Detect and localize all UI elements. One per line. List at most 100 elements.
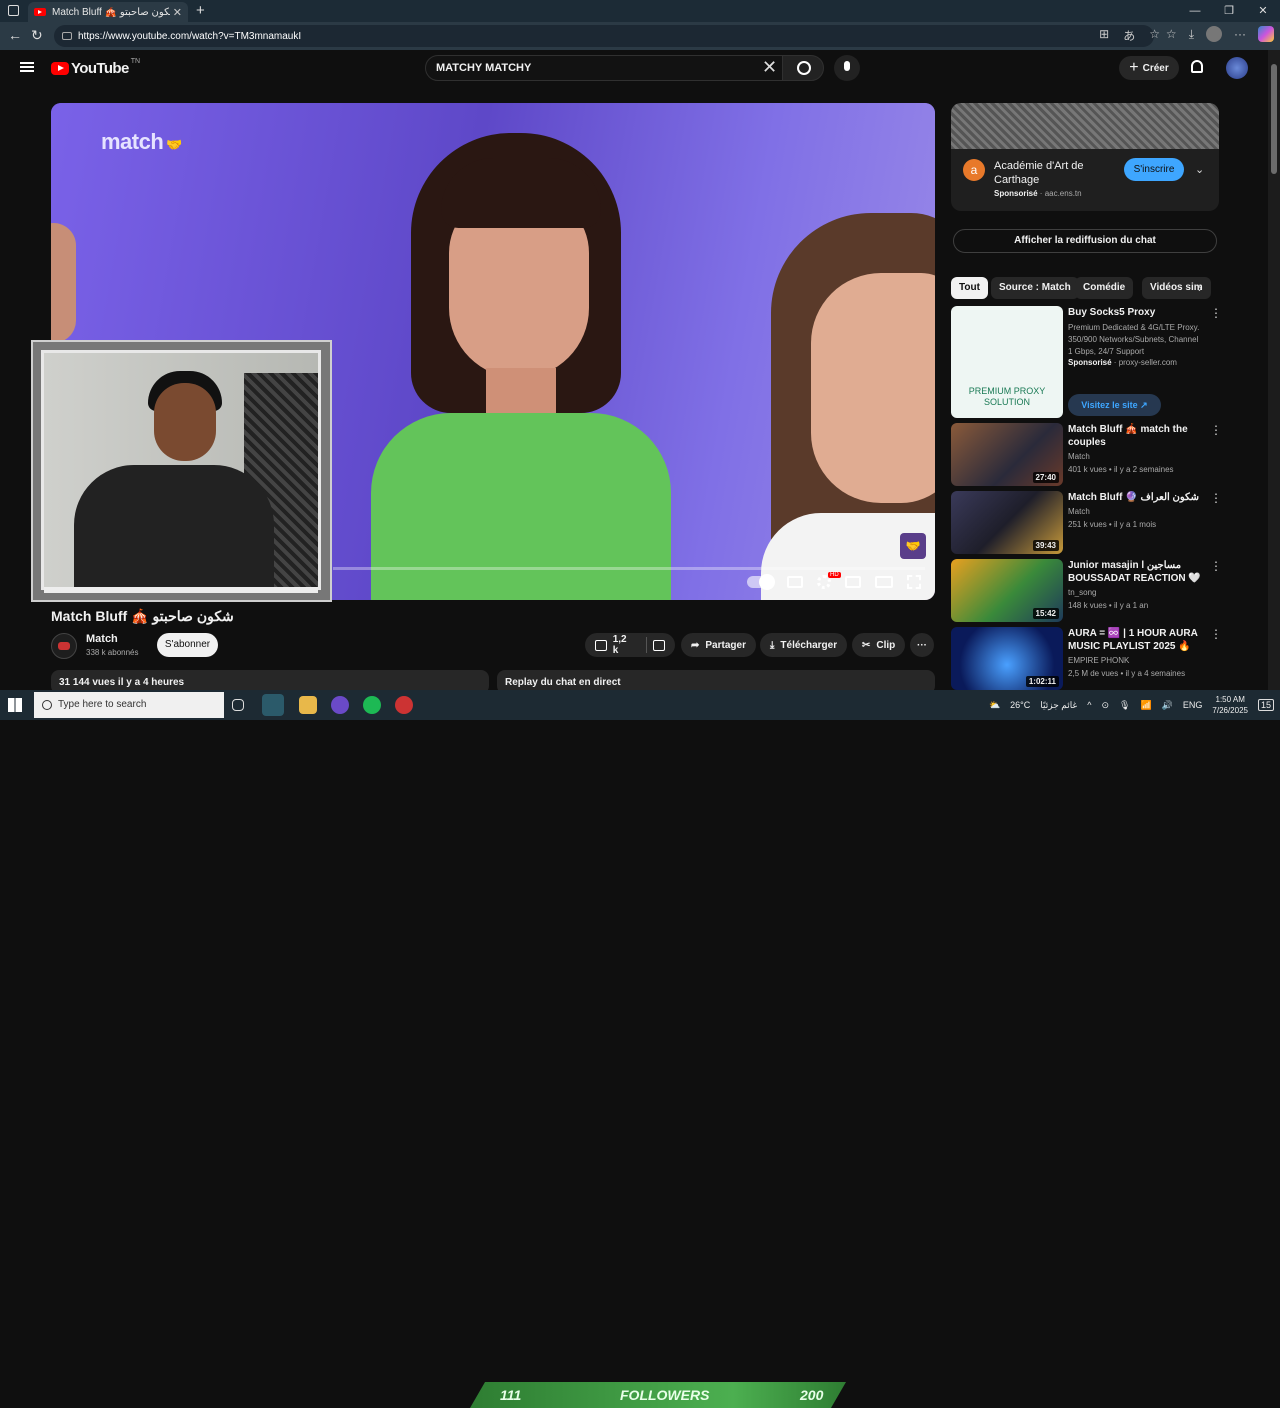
browser-tab-active[interactable]: Match Bluff 🎪 شكون صاحبتو - Yo ✕ <box>28 2 188 22</box>
autoplay-toggle[interactable] <box>747 574 775 590</box>
share-button[interactable]: ➦ Partager <box>681 633 756 657</box>
window-menu-icon[interactable] <box>8 5 19 16</box>
chat-replay-panel[interactable]: Replay du chat en direct <box>497 670 935 690</box>
clip-button[interactable]: ✂ Clip <box>852 633 906 657</box>
voice-search-icon[interactable] <box>834 55 860 81</box>
tray-expand-icon[interactable]: ^ <box>1087 700 1091 710</box>
miniplayer-icon[interactable] <box>845 576 861 588</box>
video-person-left <box>51 223 76 343</box>
obs-icon[interactable] <box>395 696 413 714</box>
translate-icon[interactable]: あ <box>1123 27 1135 44</box>
menu-hamburger-icon[interactable] <box>20 62 34 72</box>
ad-subscribe-button[interactable]: S'inscrire <box>1124 158 1184 181</box>
hd-badge: HD <box>828 572 841 578</box>
theater-mode-icon[interactable] <box>875 576 893 588</box>
more-vert-icon[interactable]: ⋮ <box>1210 423 1222 437</box>
thumbs-up-icon[interactable] <box>595 639 607 651</box>
browser-toolbar: ☆ ⤓ ··· <box>1166 26 1274 42</box>
weather-temp[interactable]: 26°C <box>1010 700 1030 710</box>
chip-all[interactable]: Tout <box>951 277 988 299</box>
like-count[interactable]: 1,2 k <box>613 634 635 656</box>
more-vert-icon[interactable]: ⋮ <box>1210 491 1222 505</box>
country-code: TN <box>130 58 141 65</box>
new-tab-icon[interactable]: + <box>196 2 205 19</box>
maximize-icon[interactable]: ❐ <box>1212 0 1246 22</box>
language-indicator[interactable]: ENG <box>1183 700 1203 710</box>
task-view-icon[interactable] <box>232 699 244 711</box>
video-progress-bar[interactable] <box>333 567 925 570</box>
microphone-icon[interactable]: 🎙 <box>1119 700 1130 711</box>
channel-avatar[interactable] <box>51 633 77 659</box>
recommendation-item[interactable]: 1:02:11 AURA = ♾️ | 1 HOUR AURA MUSIC PL… <box>951 627 1251 690</box>
back-icon[interactable]: ← <box>8 27 22 43</box>
clock[interactable]: 1:50 AM 7/26/2025 <box>1212 694 1248 716</box>
notification-center-icon[interactable]: 15 <box>1257 699 1274 711</box>
visit-site-button[interactable]: Visitez le site ↗ <box>1068 394 1161 416</box>
chip-source[interactable]: Source : Match <box>991 277 1079 299</box>
channel-watermark-icon[interactable]: 🤝 <box>900 533 926 559</box>
more-actions-button[interactable]: ··· <box>910 633 934 657</box>
recommendation-item[interactable]: 39:43 Match Bluff 🔮 شكون العراف Match 25… <box>951 491 1251 555</box>
more-vert-icon[interactable]: ⋮ <box>1210 306 1222 320</box>
search-input[interactable]: MATCHY MATCHY <box>425 55 783 81</box>
weather-icon[interactable]: ⛅ <box>989 700 1000 711</box>
volume-icon[interactable]: 🔊 <box>1162 700 1173 711</box>
subtitles-icon[interactable] <box>787 576 803 588</box>
network-icon[interactable]: ⊙ <box>1101 700 1109 711</box>
tab-close-icon[interactable]: ✕ <box>173 6 182 19</box>
spotify-icon[interactable] <box>363 696 381 714</box>
copilot-icon[interactable] <box>1258 26 1274 42</box>
thumbs-down-icon[interactable] <box>653 639 666 651</box>
account-avatar[interactable] <box>1226 57 1248 79</box>
profile-icon[interactable] <box>1206 26 1222 42</box>
proxy-ad-card[interactable]: PREMIUM PROXY SOLUTION Buy Socks5 Proxy … <box>951 306 1251 420</box>
download-button[interactable]: ⤓ Télécharger <box>760 633 848 657</box>
page-scrollbar[interactable] <box>1268 50 1280 690</box>
close-window-icon[interactable]: ✕ <box>1246 0 1280 22</box>
fullscreen-icon[interactable] <box>907 575 921 589</box>
rec-title: Junior masajin l مساجين BOUSSADAT REACTI… <box>1068 560 1201 584</box>
rec-channel: EMPIRE PHONK <box>1068 656 1130 665</box>
subscriber-count: 338 k abonnés <box>86 648 139 657</box>
file-explorer-icon[interactable] <box>299 696 317 714</box>
system-tray: ⛅ 26°C غائم جزئيًا ^ ⊙ 🎙 📶 🔊 ENG 1:50 AM… <box>989 690 1274 720</box>
description-box[interactable]: 31 144 vues il y a 4 heures <box>51 670 489 690</box>
youtube-logo[interactable]: YouTube TN <box>51 58 141 77</box>
app-icon[interactable]: ⊞ <box>1099 27 1109 44</box>
more-vert-icon[interactable]: ⋮ <box>1210 559 1222 573</box>
video-thumbnail: 27:40 <box>951 423 1063 486</box>
windows-start-icon[interactable] <box>8 698 22 712</box>
more-vert-icon[interactable]: ⋮ <box>1210 627 1222 641</box>
recommendation-item[interactable]: 27:40 Match Bluff 🎪 match the couples Ma… <box>951 423 1251 487</box>
sidebar-ad-card[interactable]: a Académie d'Art de Carthage Sponsorisé … <box>951 103 1219 211</box>
messenger-icon[interactable] <box>331 696 349 714</box>
webcam-overlay <box>31 340 332 602</box>
browser-tab-strip: Match Bluff 🎪 شكون صاحبتو - Yo ✕ + — ❐ ✕ <box>0 0 1280 22</box>
taskbar-search-input[interactable]: Type here to search <box>34 692 224 718</box>
downloads-icon[interactable]: ⤓ <box>1189 27 1194 42</box>
minimize-icon[interactable]: — <box>1178 0 1212 22</box>
chevron-right-icon[interactable]: › <box>1198 281 1202 295</box>
settings-gear-icon[interactable]: HD <box>817 572 841 589</box>
menu-dots-icon[interactable]: ··· <box>1234 27 1246 41</box>
rec-channel: Match <box>1068 507 1090 516</box>
notification-count: 15 <box>1260 700 1271 710</box>
create-button[interactable]: + Créer <box>1119 56 1179 80</box>
subscribe-button[interactable]: S'abonner <box>157 633 218 657</box>
recommendation-item[interactable]: 15:42 Junior masajin l مساجين BOUSSADAT … <box>951 559 1251 623</box>
masthead: YouTube TN MATCHY MATCHY ✕ + Créer <box>0 50 1268 86</box>
chip-comedy[interactable]: Comédie <box>1075 277 1134 299</box>
ad-banner-image <box>951 103 1219 149</box>
refresh-icon[interactable]: ↻ <box>31 27 43 44</box>
clear-search-icon[interactable]: ✕ <box>762 58 777 76</box>
show-chat-replay-button[interactable]: Afficher la rediffusion du chat <box>953 229 1217 253</box>
favorite-star-icon[interactable]: ☆ <box>1149 27 1160 44</box>
url-field[interactable]: https://www.youtube.com/watch?v=TM3mnama… <box>54 25 1154 47</box>
edge-browser-icon[interactable] <box>262 694 284 716</box>
favorites-icon[interactable]: ☆ <box>1166 27 1177 41</box>
search-button[interactable] <box>782 55 824 81</box>
notifications-bell-icon[interactable] <box>1191 60 1203 73</box>
wifi-icon[interactable]: 📶 <box>1140 700 1151 711</box>
chevron-down-icon[interactable]: ⌄ <box>1195 163 1204 176</box>
channel-name[interactable]: Match <box>86 633 118 645</box>
